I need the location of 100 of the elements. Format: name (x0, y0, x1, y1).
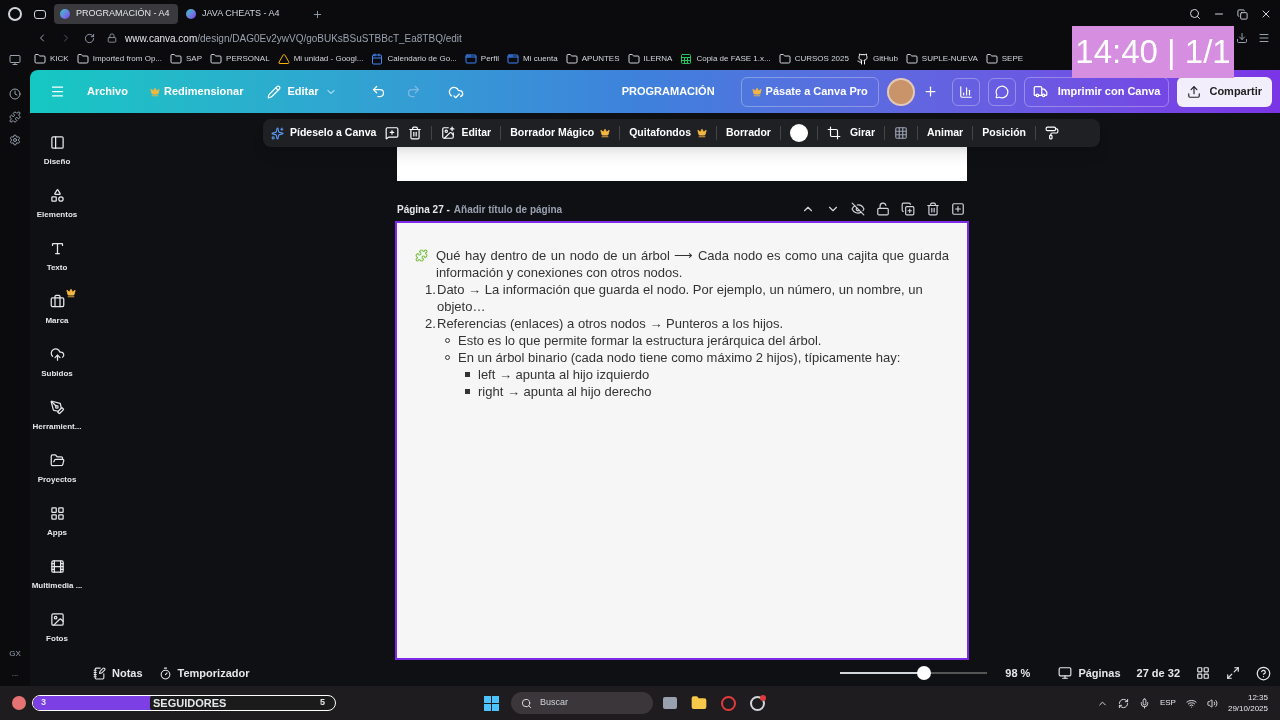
edit-image-button[interactable]: Editar (441, 125, 492, 141)
design-title[interactable]: PROGRAMACIÓN (621, 83, 715, 100)
restore-icon[interactable] (1237, 8, 1248, 20)
sidebar-item[interactable]: Subidos (30, 337, 84, 390)
sidebar-item[interactable]: Multimedia ... (30, 549, 84, 602)
menu-icon[interactable] (1258, 32, 1270, 44)
pages-button[interactable]: Páginas (1058, 664, 1121, 682)
zoom-slider[interactable] (840, 666, 988, 680)
list-item-text: left → apunta al hijo izquierdo (478, 366, 650, 383)
language-indicator[interactable]: ESP (1159, 697, 1176, 709)
help-icon[interactable] (1256, 665, 1271, 681)
bookmark[interactable]: Mi unidad - Googl... (277, 53, 364, 65)
trash-icon[interactable] (408, 126, 423, 140)
timer-button[interactable]: Temporizador (158, 664, 250, 682)
bookmark[interactable]: SUPLE-NUEVA (905, 53, 978, 65)
undo-icon[interactable] (370, 84, 386, 99)
bookmark[interactable]: ILERNA (627, 53, 673, 65)
crop-icon[interactable] (826, 126, 841, 140)
new-tab-icon[interactable] (312, 8, 323, 20)
crown-icon (697, 128, 707, 138)
browser-tab[interactable]: JAVA CHEATS - A4 (180, 4, 304, 24)
tool-button[interactable]: Borrador (726, 125, 771, 141)
notes-button[interactable]: Notas (93, 664, 143, 682)
unlock-icon[interactable] (876, 202, 890, 216)
sidebar-item[interactable]: Diseño (30, 125, 84, 178)
bookmark[interactable]: Perfil (464, 53, 500, 65)
add-comment-icon[interactable] (385, 126, 400, 140)
calendar-icon (371, 53, 384, 65)
insights-button[interactable] (951, 77, 980, 106)
comment-button[interactable] (987, 77, 1016, 106)
avatar[interactable] (886, 77, 915, 106)
download-icon[interactable] (1236, 32, 1248, 44)
sidebar-item[interactable]: Proyectos (30, 443, 84, 496)
folder-icon (627, 53, 640, 65)
plus-icon[interactable] (922, 84, 938, 99)
taskbar-search-field[interactable]: Buscar (511, 692, 653, 714)
bookmark[interactable]: APUNTES (565, 53, 620, 65)
animate-button[interactable]: Animar (927, 125, 964, 141)
share-button[interactable]: Compartir (1177, 76, 1272, 107)
page-title-field[interactable]: Añadir título de página (453, 201, 563, 217)
list-item-text: Esto es lo que permite formar la estructura jerárquica del árbol. (458, 332, 822, 349)
sidebar-item[interactable]: Marca (30, 284, 84, 337)
list-item-text: Referencias (enlaces) a otros nodos → Punteros a los hijos. (437, 315, 784, 332)
paint-roller-icon[interactable] (1045, 126, 1059, 140)
sidebar-item-icon (49, 506, 65, 521)
volume-icon[interactable] (1206, 697, 1218, 709)
sidebar-item-icon (49, 188, 65, 203)
reload-icon[interactable] (84, 32, 95, 44)
bookmark[interactable]: SAP (170, 53, 203, 65)
sidebar-item[interactable]: Texto (30, 231, 84, 284)
clock-icon[interactable] (9, 88, 21, 100)
folder-icon[interactable] (691, 695, 707, 711)
bookmark[interactable]: Copia de FASE 1.x... (680, 53, 771, 65)
duplicate-icon[interactable] (901, 202, 915, 216)
trash-icon[interactable] (926, 202, 940, 216)
sync-icon[interactable] (1117, 697, 1129, 709)
bookmark[interactable]: SEPE (985, 53, 1024, 65)
color-swatch[interactable] (789, 124, 808, 142)
tool-button[interactable]: Borrador Mágico (510, 125, 611, 141)
microphone-icon[interactable] (1138, 697, 1150, 709)
pencil-icon (267, 84, 282, 99)
bookmark[interactable]: GitHub (856, 53, 898, 65)
start-icon[interactable] (484, 695, 499, 711)
settings-icon[interactable] (9, 134, 21, 146)
sidebar-item[interactable]: Elementos (30, 178, 84, 231)
zoom-thumb[interactable] (917, 666, 932, 680)
bookmark[interactable]: CURSOS 2025 (778, 53, 849, 65)
sidebar-item[interactable]: Apps (30, 496, 84, 549)
ask-canva-button[interactable]: Pídeselo a Canva (271, 125, 377, 141)
bookmark[interactable]: Imported from Op... (76, 53, 163, 65)
grid-view-icon[interactable] (1196, 666, 1210, 680)
folder-icon (76, 53, 89, 65)
fullscreen-icon[interactable] (1226, 666, 1240, 680)
truck-icon (1032, 84, 1048, 99)
close-icon[interactable] (1260, 8, 1272, 20)
rotate-button[interactable]: Girar (849, 125, 876, 141)
network-icon[interactable] (1185, 697, 1197, 709)
github-icon (856, 53, 869, 65)
search-icon[interactable] (1189, 8, 1201, 20)
zoom-reading[interactable]: 98 % (1005, 664, 1031, 682)
browser-tab[interactable]: PROGRAMACIÓN - A4 (54, 4, 178, 24)
folder-icon (34, 53, 46, 65)
puzzle-icon[interactable] (9, 111, 21, 123)
clock[interactable]: 12:35 29/10/2025 (1227, 692, 1268, 714)
more-label[interactable]: ... (11, 668, 19, 680)
sidebar-item[interactable]: Herramient... (30, 390, 84, 443)
canva-tab-icon (186, 9, 196, 19)
bookmark[interactable]: KICK (34, 53, 69, 65)
bookmark[interactable]: Calendario de Go... (371, 53, 457, 65)
position-button[interactable]: Posición (982, 125, 1026, 141)
bookmark[interactable]: Mi cuenta (507, 53, 558, 65)
sidebar-label[interactable]: GX (9, 648, 21, 660)
add-page-icon[interactable] (951, 202, 965, 216)
hide-icon[interactable] (851, 202, 865, 216)
bullet-icon (465, 389, 470, 394)
tool-button[interactable]: Quitafondos (629, 125, 707, 141)
monitor-icon[interactable] (9, 54, 21, 66)
sidebar-item[interactable]: Fotos (30, 602, 84, 655)
upgrade-button[interactable]: Pásate a Canva Pro (740, 76, 879, 107)
bookmark[interactable]: PERSONAL (210, 53, 270, 65)
